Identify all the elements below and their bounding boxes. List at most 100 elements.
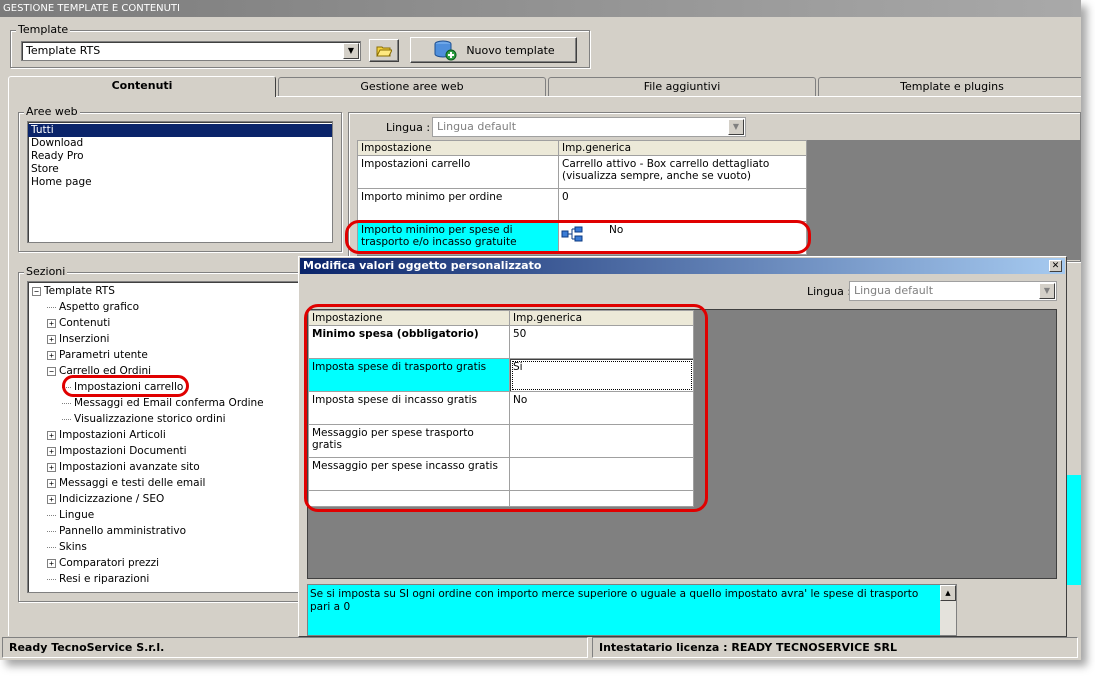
expand-icon[interactable]: + (47, 462, 56, 472)
expand-icon[interactable]: + (47, 350, 56, 360)
setting-value[interactable] (509, 457, 694, 491)
tree-connector (47, 578, 56, 580)
expand-icon[interactable]: + (47, 558, 56, 568)
tab-gestione-aree-web-label: Gestione aree web (360, 80, 464, 93)
tree-connector (47, 514, 56, 516)
tree-item-label: Lingue (59, 509, 95, 521)
dialog-grid[interactable]: Impostazione Imp.generica Minimo spesa (… (308, 310, 694, 507)
template-group-label: Template (16, 23, 71, 36)
open-template-button[interactable] (369, 39, 399, 62)
setting-value[interactable] (509, 424, 694, 458)
tree-item[interactable]: − Carrello ed Ordini (28, 363, 332, 379)
list-item[interactable]: Store (28, 163, 332, 176)
collapse-icon[interactable]: − (47, 366, 56, 376)
table-row[interactable]: Importo minimo per ordine 0 (357, 188, 807, 222)
dialog-lingua-select[interactable]: Lingua default ▼ (849, 281, 1057, 301)
dialog-title-text: Modifica valori oggetto personalizzato (303, 259, 542, 272)
tree-connector (47, 530, 56, 532)
tree-item-label: Parametri utente (59, 349, 148, 361)
table-row[interactable]: Messaggio per spese incasso gratis (308, 457, 694, 491)
tree-item[interactable]: Aspetto grafico (28, 299, 332, 315)
setting-value[interactable]: 0 (558, 188, 807, 222)
description-scrollbar[interactable]: ▲ (940, 585, 956, 635)
tree-item[interactable]: + Impostazioni Articoli (28, 427, 332, 443)
setting-value[interactable]: Si (509, 358, 694, 392)
tree-item-label: Impostazioni carrello (74, 381, 184, 393)
tab-template-e-plugins[interactable]: Template e plugins (818, 77, 1081, 96)
setting-key: Importo minimo per spese di trasporto e/… (357, 221, 559, 255)
tree-connector (62, 402, 71, 404)
setting-value[interactable]: Carrello attivo - Box carrello dettaglia… (558, 155, 807, 189)
tree-item[interactable]: Resi e riparazioni (28, 571, 332, 587)
tree-item[interactable]: Messaggi ed Email conferma Ordine (28, 395, 332, 411)
tree-item[interactable]: + Parametri utente (28, 347, 332, 363)
tree-item[interactable]: + Comparatori prezzi (28, 555, 332, 571)
table-row[interactable]: Minimo spesa (obbligatorio) 50 (308, 325, 694, 359)
sezioni-tree[interactable]: − Template RTS Aspetto grafico + Contenuti + I… (27, 281, 333, 593)
tree-item[interactable]: Pannello amministrativo (28, 523, 332, 539)
expand-icon[interactable]: + (47, 446, 56, 456)
scroll-up-icon[interactable]: ▲ (940, 585, 956, 601)
list-item[interactable]: Ready Pro (28, 150, 332, 163)
template-select[interactable]: Template RTS ▼ (21, 41, 361, 61)
hierarchy-icon[interactable] (561, 226, 583, 242)
expand-icon[interactable]: + (47, 430, 56, 440)
tree-item[interactable]: Impostazioni carrello (28, 379, 332, 395)
template-select-value: Template RTS (26, 44, 101, 57)
table-row[interactable]: Imposta spese di incasso gratis No (308, 391, 694, 425)
setting-value[interactable]: 50 (509, 325, 694, 359)
setting-value[interactable]: No (509, 391, 694, 425)
tab-contenuti-label: Contenuti (111, 79, 173, 92)
chevron-down-icon[interactable]: ▼ (1039, 283, 1055, 299)
tree-item[interactable]: − Template RTS (28, 283, 332, 299)
tab-contenuti[interactable]: Contenuti (8, 76, 276, 97)
tree-item-label: Impostazioni avanzate sito (59, 461, 200, 473)
expand-icon[interactable]: + (47, 494, 56, 504)
table-row[interactable]: Imposta spese di trasporto gratis Si (308, 358, 694, 392)
tree-item-label: Messaggi e testi delle email (59, 477, 206, 489)
setting-value-cell[interactable]: No (558, 221, 807, 255)
tree-item[interactable]: + Impostazioni Documenti (28, 443, 332, 459)
setting-key: Imposta spese di incasso gratis (308, 391, 510, 425)
column-header: Imp.generica (558, 140, 807, 156)
table-row[interactable]: Messaggio per spese trasporto gratis (308, 424, 694, 458)
expand-icon[interactable]: + (47, 334, 56, 344)
aree-web-list[interactable]: Tutti Download Ready Pro Store Home page (27, 121, 333, 243)
expand-icon[interactable]: + (47, 318, 56, 328)
column-header: Imp.generica (509, 310, 694, 326)
setting-key: Impostazioni carrello (357, 155, 559, 189)
tree-item-label: Inserzioni (59, 333, 110, 345)
tree-item[interactable]: + Indicizzazione / SEO (28, 491, 332, 507)
tab-gestione-aree-web[interactable]: Gestione aree web (278, 77, 546, 96)
chevron-down-icon[interactable]: ▼ (728, 119, 744, 135)
tree-item-label: Indicizzazione / SEO (59, 493, 165, 505)
lingua-select-value: Lingua default (437, 120, 517, 133)
chevron-down-icon[interactable]: ▼ (343, 43, 359, 59)
settings-grid[interactable]: Impostazione Imp.generica Impostazioni c… (357, 140, 807, 255)
list-item[interactable]: Tutti (28, 124, 332, 137)
setting-key: Minimo spesa (obbligatorio) (308, 325, 510, 359)
list-item[interactable]: Home page (28, 176, 332, 189)
tree-item[interactable]: + Inserzioni (28, 331, 332, 347)
tree-item[interactable]: Visualizzazione storico ordini (28, 411, 332, 427)
new-template-button[interactable]: Nuovo template (410, 37, 577, 63)
tab-file-aggiuntivi[interactable]: File aggiuntivi (548, 77, 816, 96)
expand-icon[interactable]: + (47, 478, 56, 488)
lingua-select[interactable]: Lingua default ▼ (432, 117, 746, 137)
tree-item[interactable]: Lingue (28, 507, 332, 523)
setting-key: Messaggio per spese incasso gratis (308, 457, 510, 491)
tree-connector (62, 386, 71, 388)
tree-item[interactable]: + Impostazioni avanzate sito (28, 459, 332, 475)
tree-item[interactable]: Skins (28, 539, 332, 555)
aree-web-label: Aree web (24, 105, 80, 118)
new-database-icon (434, 40, 457, 61)
close-icon[interactable]: ✕ (1049, 260, 1062, 272)
cyan-side-strip (1065, 475, 1081, 585)
window-title: GESTIONE TEMPLATE E CONTENUTI (0, 0, 1081, 17)
tree-item[interactable]: + Contenuti (28, 315, 332, 331)
collapse-icon[interactable]: − (32, 286, 41, 296)
list-item[interactable]: Download (28, 137, 332, 150)
table-row[interactable]: Importo minimo per spese di trasporto e/… (357, 221, 807, 255)
table-row[interactable]: Impostazioni carrello Carrello attivo - … (357, 155, 807, 189)
tree-item[interactable]: + Messaggi e testi delle email (28, 475, 332, 491)
